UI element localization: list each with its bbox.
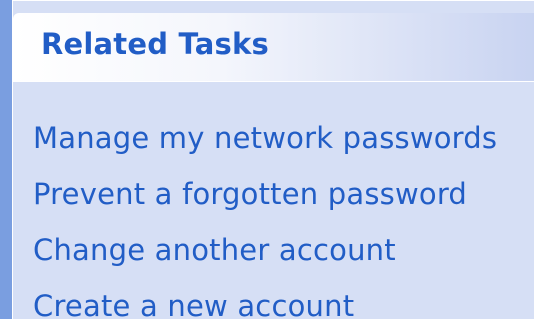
related-tasks-panel: Related Tasks Manage my network password… — [12, 0, 534, 319]
related-tasks-body: Manage my network passwords Prevent a fo… — [13, 81, 534, 319]
task-link-prevent-forgotten-password[interactable]: Prevent a forgotten password — [33, 166, 497, 222]
task-link-create-new-account[interactable]: Create a new account — [33, 278, 497, 319]
related-tasks-title: Related Tasks — [41, 27, 269, 61]
related-tasks-header: Related Tasks — [13, 13, 534, 81]
task-list: Manage my network passwords Prevent a fo… — [33, 110, 497, 319]
task-link-manage-network-passwords[interactable]: Manage my network passwords — [33, 110, 497, 166]
task-link-change-another-account[interactable]: Change another account — [33, 222, 497, 278]
